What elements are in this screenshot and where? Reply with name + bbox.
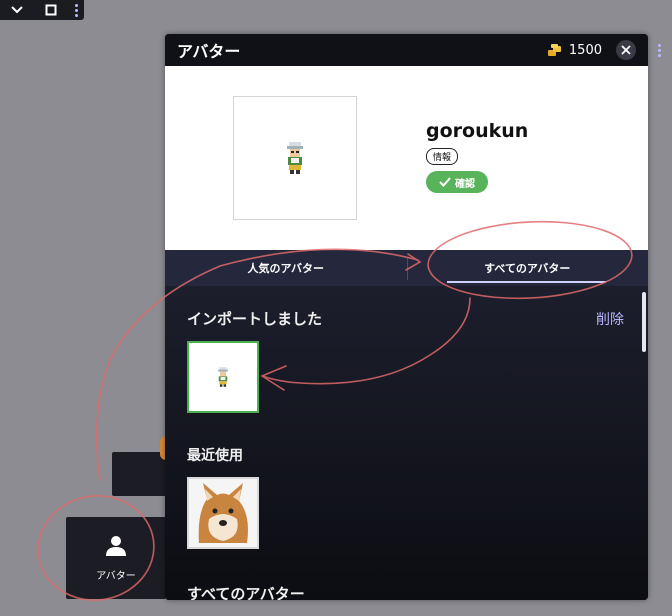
coin-stack-icon xyxy=(547,44,561,56)
avatar-panel: アバター 1500 goroukun 情報 確認 人気のアバター すべてのアバタ… xyxy=(165,34,648,600)
user-info: goroukun 情報 確認 xyxy=(426,120,528,193)
imported-section-title: インポートしました xyxy=(187,310,323,328)
all-avatars-section-title: すべてのアバター xyxy=(187,585,305,600)
recent-avatar-thumbnail[interactable] xyxy=(187,477,259,549)
tab-all-avatars[interactable]: すべてのアバター xyxy=(407,250,649,286)
confirm-label: 確認 xyxy=(455,178,475,190)
imported-section-header: インポートしました 削除 xyxy=(187,308,626,329)
sidebar-avatar-label: アバター xyxy=(96,570,136,582)
panel-header: アバター 1500 xyxy=(165,34,648,66)
coin-balance: 1500 xyxy=(547,43,602,58)
person-icon xyxy=(106,535,126,556)
more-vertical-icon[interactable] xyxy=(68,3,84,17)
recent-section-title: 最近使用 xyxy=(187,448,243,464)
checkmark-icon xyxy=(439,177,451,187)
avatar-list-content: インポートしました 削除 最近使用 すべてのアバター xyxy=(165,286,648,600)
delete-button[interactable]: 削除 xyxy=(596,309,624,329)
tab-popular-avatars[interactable]: 人気のアバター xyxy=(165,250,407,286)
username: goroukun xyxy=(426,120,529,142)
avatar-tabs: 人気のアバター すべてのアバター xyxy=(165,250,648,286)
content-scrollbar[interactable] xyxy=(642,292,646,352)
close-icon xyxy=(621,45,631,55)
maximize-icon[interactable] xyxy=(34,0,68,20)
mini-window-bar xyxy=(0,0,84,20)
current-avatar-preview xyxy=(233,96,357,220)
chevron-down-icon[interactable] xyxy=(0,0,34,20)
background-tile xyxy=(112,452,168,496)
sidebar-avatar-button[interactable]: アバター xyxy=(66,517,166,599)
more-vertical-icon[interactable] xyxy=(656,44,662,57)
close-button[interactable] xyxy=(616,40,636,60)
profile-section: goroukun 情報 確認 xyxy=(165,66,648,250)
shiba-avatar-image xyxy=(189,479,257,547)
confirm-button[interactable]: 確認 xyxy=(426,171,488,193)
pixel-avatar-image xyxy=(218,367,228,387)
pixel-avatar-image xyxy=(287,142,303,174)
imported-avatar-thumbnail[interactable] xyxy=(187,341,259,413)
coin-count: 1500 xyxy=(568,42,602,58)
info-tag[interactable]: 情報 xyxy=(426,148,459,165)
panel-title: アバター xyxy=(177,42,241,61)
